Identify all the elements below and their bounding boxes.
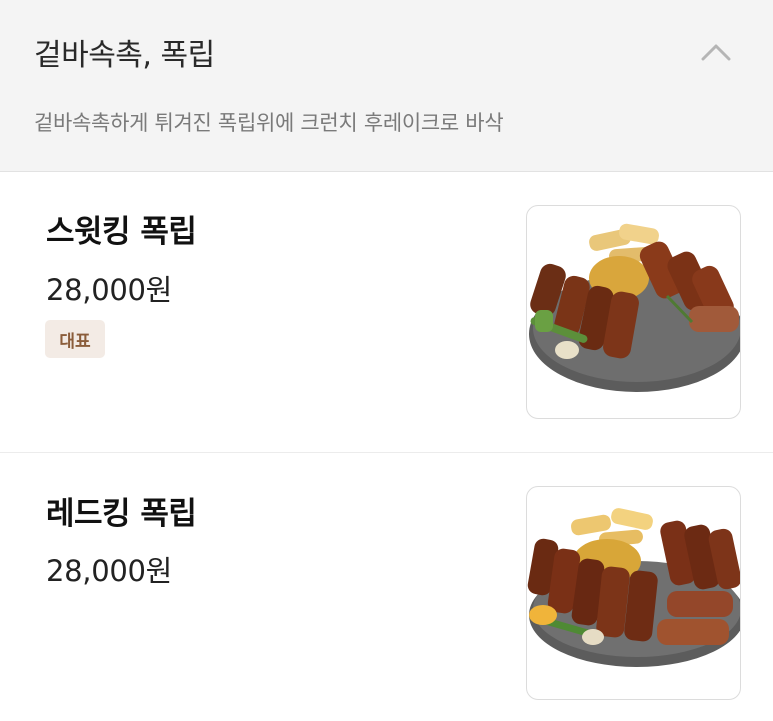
menu-item-price: 28,000원 — [46, 554, 173, 588]
signature-badge: 대표 — [45, 320, 105, 358]
section-title: 겉바속촉, 폭립 — [34, 38, 215, 73]
menu-item-image[interactable] — [526, 486, 741, 700]
menu-item[interactable]: 스윗킹 폭립 28,000원 대표 — [0, 173, 773, 453]
menu-item-image[interactable] — [526, 205, 741, 419]
pork-ribs-photo — [527, 508, 740, 667]
menu-item-name: 스윗킹 폭립 — [46, 214, 197, 250]
chevron-up-icon — [701, 44, 731, 61]
section-header[interactable]: 겉바속촉, 폭립 겉바속촉하게 튀겨진 폭립위에 크런치 후레이크로 바삭 — [0, 0, 773, 172]
menu-item[interactable]: 레드킹 폭립 28,000원 — [0, 454, 773, 721]
pork-ribs-photo — [529, 223, 740, 392]
menu-item-price: 28,000원 — [46, 273, 173, 307]
collapse-button[interactable] — [692, 30, 740, 74]
section-description: 겉바속촉하게 튀겨진 폭립위에 크런치 후레이크로 바삭 — [34, 111, 504, 135]
menu-item-name: 레드킹 폭립 — [46, 496, 197, 532]
